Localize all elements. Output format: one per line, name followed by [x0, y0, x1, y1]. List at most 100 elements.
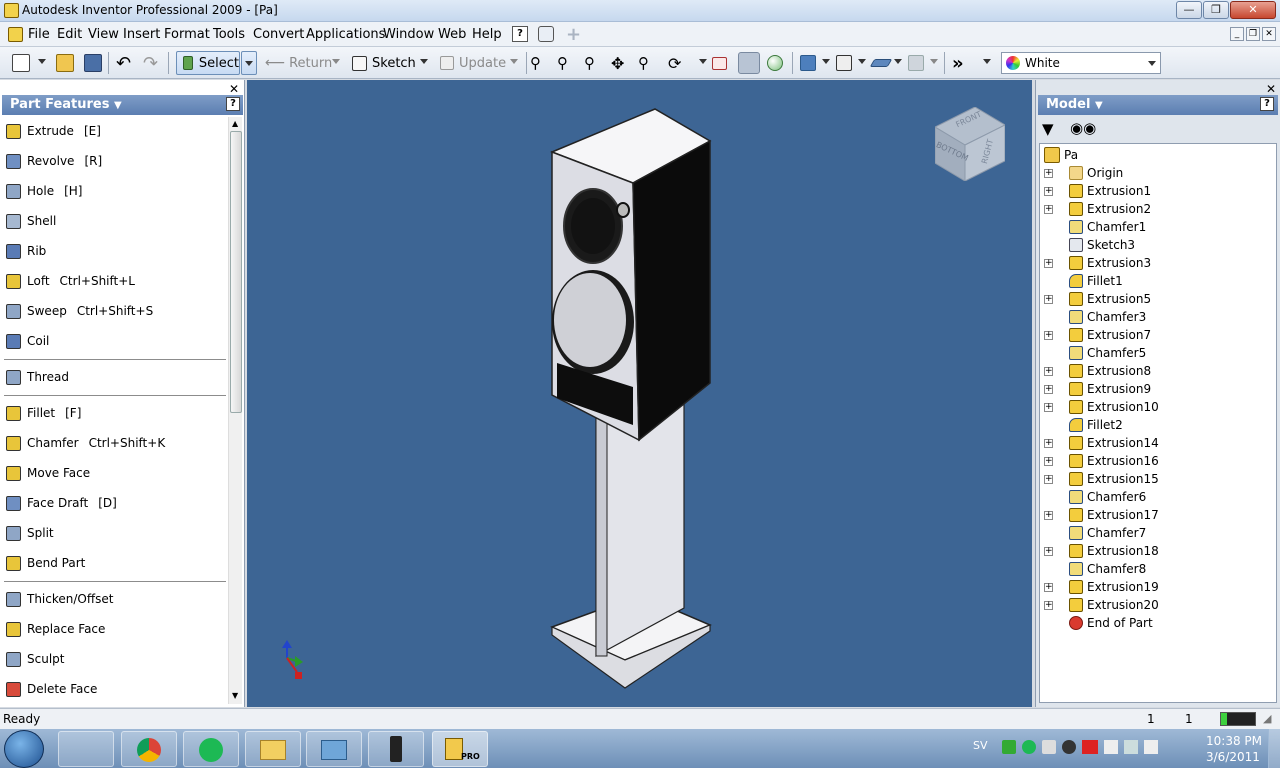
tree-node[interactable]: Chamfer8 [1044, 560, 1146, 578]
feature-delete-face[interactable]: Delete Face [6, 678, 97, 700]
document-icon[interactable] [8, 27, 23, 42]
minimize-button[interactable]: — [1176, 1, 1202, 19]
feature-thicken-offset[interactable]: Thicken/Offset [6, 588, 113, 610]
look-at-button[interactable] [712, 51, 727, 75]
feature-sweep[interactable]: Sweep Ctrl+Shift+S [6, 300, 153, 322]
menu-convert[interactable]: Convert [253, 27, 304, 42]
tree-node[interactable]: Chamfer6 [1044, 488, 1146, 506]
taskbar-app-inventor[interactable]: PRO [432, 731, 488, 767]
expand-icon[interactable]: + [1044, 186, 1053, 196]
open-button[interactable] [56, 51, 74, 75]
help-tool-icon[interactable] [538, 26, 554, 42]
tree-node[interactable]: + Extrusion1 [1044, 182, 1151, 200]
tree-node[interactable]: Chamfer1 [1044, 218, 1146, 236]
tree-root[interactable]: Pa [1044, 146, 1078, 164]
panel-help-button[interactable]: ? [1260, 97, 1274, 111]
return-button[interactable]: ⟵ Return [265, 51, 332, 75]
taskbar-app-explorer[interactable] [245, 731, 301, 767]
close-button[interactable]: ✕ [1230, 1, 1276, 19]
menu-web[interactable]: Web [438, 27, 466, 42]
tray-icon-ati[interactable] [1082, 740, 1098, 754]
projection-dropdown-arrow[interactable] [858, 59, 866, 64]
save-button[interactable] [84, 51, 102, 75]
feature-rib[interactable]: Rib [6, 240, 46, 262]
scroll-up-arrow[interactable]: ▲ [232, 119, 238, 128]
menu-view[interactable]: View [88, 27, 119, 42]
tree-node[interactable]: + Extrusion10 [1044, 398, 1159, 416]
scroll-down-arrow[interactable]: ▼ [232, 691, 238, 700]
tree-node[interactable]: Fillet2 [1044, 416, 1123, 434]
feature-chamfer[interactable]: Chamfer Ctrl+Shift+K [6, 432, 165, 454]
zoom-selected-button[interactable]: ⚲ [638, 51, 649, 75]
feature-hole[interactable]: Hole [H] [6, 180, 82, 202]
expand-icon[interactable]: + [1044, 582, 1053, 592]
zoom-button[interactable]: ⚲ [584, 51, 595, 75]
zoom-all-button[interactable]: ⚲ [530, 51, 541, 75]
taskbar-app-users[interactable] [58, 731, 114, 767]
tree-node[interactable]: + Origin [1044, 164, 1123, 182]
next-button[interactable]: » [952, 51, 964, 75]
doc-minimize-button[interactable]: _ [1230, 27, 1244, 41]
menu-window[interactable]: Window [383, 27, 434, 42]
doc-close-button[interactable]: ✕ [1262, 27, 1276, 41]
expand-icon[interactable]: + [1044, 204, 1053, 214]
tree-node[interactable]: + Extrusion2 [1044, 200, 1151, 218]
feature-shell[interactable]: Shell [6, 210, 56, 232]
filter-button[interactable]: ▼ [1042, 120, 1054, 138]
whats-this-help-icon[interactable]: ? [512, 26, 528, 42]
expand-icon[interactable]: + [1044, 546, 1053, 556]
menu-format[interactable]: Format [164, 27, 210, 42]
tree-node[interactable]: + Extrusion9 [1044, 380, 1151, 398]
tree-node[interactable]: Chamfer7 [1044, 524, 1146, 542]
add-icon[interactable]: + [566, 24, 581, 45]
expand-icon[interactable]: + [1044, 330, 1053, 340]
tray-icon-volume[interactable] [1144, 740, 1158, 754]
sketch-dropdown-arrow[interactable] [420, 59, 428, 64]
feature-face-draft[interactable]: Face Draft [D] [6, 492, 117, 514]
menu-file[interactable]: File [28, 27, 50, 42]
expand-icon[interactable]: + [1044, 600, 1053, 610]
taskbar-app-spotify[interactable] [183, 731, 239, 767]
tree-node[interactable]: + Extrusion5 [1044, 290, 1151, 308]
new-file-button[interactable] [12, 51, 30, 75]
select-dropdown-button[interactable] [241, 51, 257, 75]
panel-close-icon[interactable]: ✕ [1266, 82, 1276, 96]
expand-icon[interactable]: + [1044, 402, 1053, 412]
tree-node[interactable]: Fillet1 [1044, 272, 1123, 290]
feature-replace-face[interactable]: Replace Face [6, 618, 105, 640]
sketch-button[interactable]: Sketch [352, 51, 416, 75]
feature-sculpt[interactable]: Sculpt [6, 648, 64, 670]
expand-icon[interactable]: + [1044, 294, 1053, 304]
tree-node[interactable]: + Extrusion19 [1044, 578, 1159, 596]
new-dropdown-arrow[interactable] [38, 59, 46, 64]
feature-coil[interactable]: Coil [6, 330, 49, 352]
view-cube[interactable]: FRONT BOTTOM RIGHT [933, 106, 1007, 182]
section-view-button[interactable] [869, 51, 893, 75]
tree-node[interactable]: + Extrusion15 [1044, 470, 1159, 488]
expand-icon[interactable]: + [1044, 366, 1053, 376]
undo-button[interactable]: ↶ [116, 51, 131, 75]
feature-scrollbar[interactable]: ▲ ▼ [228, 117, 242, 704]
feature-move-face[interactable]: Move Face [6, 462, 90, 484]
scroll-thumb[interactable] [230, 131, 242, 413]
tree-node[interactable]: End of Part [1044, 614, 1153, 632]
expand-icon[interactable]: + [1044, 474, 1053, 484]
inventor-app-icon[interactable] [4, 3, 19, 18]
find-button[interactable]: ◉◉ [1070, 119, 1096, 137]
tree-node[interactable]: + Extrusion20 [1044, 596, 1159, 614]
taskbar-app-photos[interactable] [306, 731, 362, 767]
menu-edit[interactable]: Edit [57, 27, 82, 42]
expand-icon[interactable]: + [1044, 384, 1053, 394]
return-dropdown-arrow[interactable] [332, 59, 340, 64]
rotate-dropdown-arrow[interactable] [699, 59, 707, 64]
feature-bend-part[interactable]: Bend Part [6, 552, 85, 574]
language-indicator[interactable]: SV [973, 739, 988, 752]
next-dropdown-arrow[interactable] [983, 59, 991, 64]
maximize-button[interactable]: ❐ [1203, 1, 1229, 19]
feature-loft[interactable]: Loft Ctrl+Shift+L [6, 270, 135, 292]
menu-help[interactable]: Help [472, 27, 502, 42]
tray-icon-network[interactable] [1124, 740, 1138, 754]
menu-tools[interactable]: Tools [213, 27, 245, 42]
panel-close-icon[interactable]: ✕ [229, 82, 239, 96]
rotate-button[interactable]: ⟳ [668, 51, 681, 75]
